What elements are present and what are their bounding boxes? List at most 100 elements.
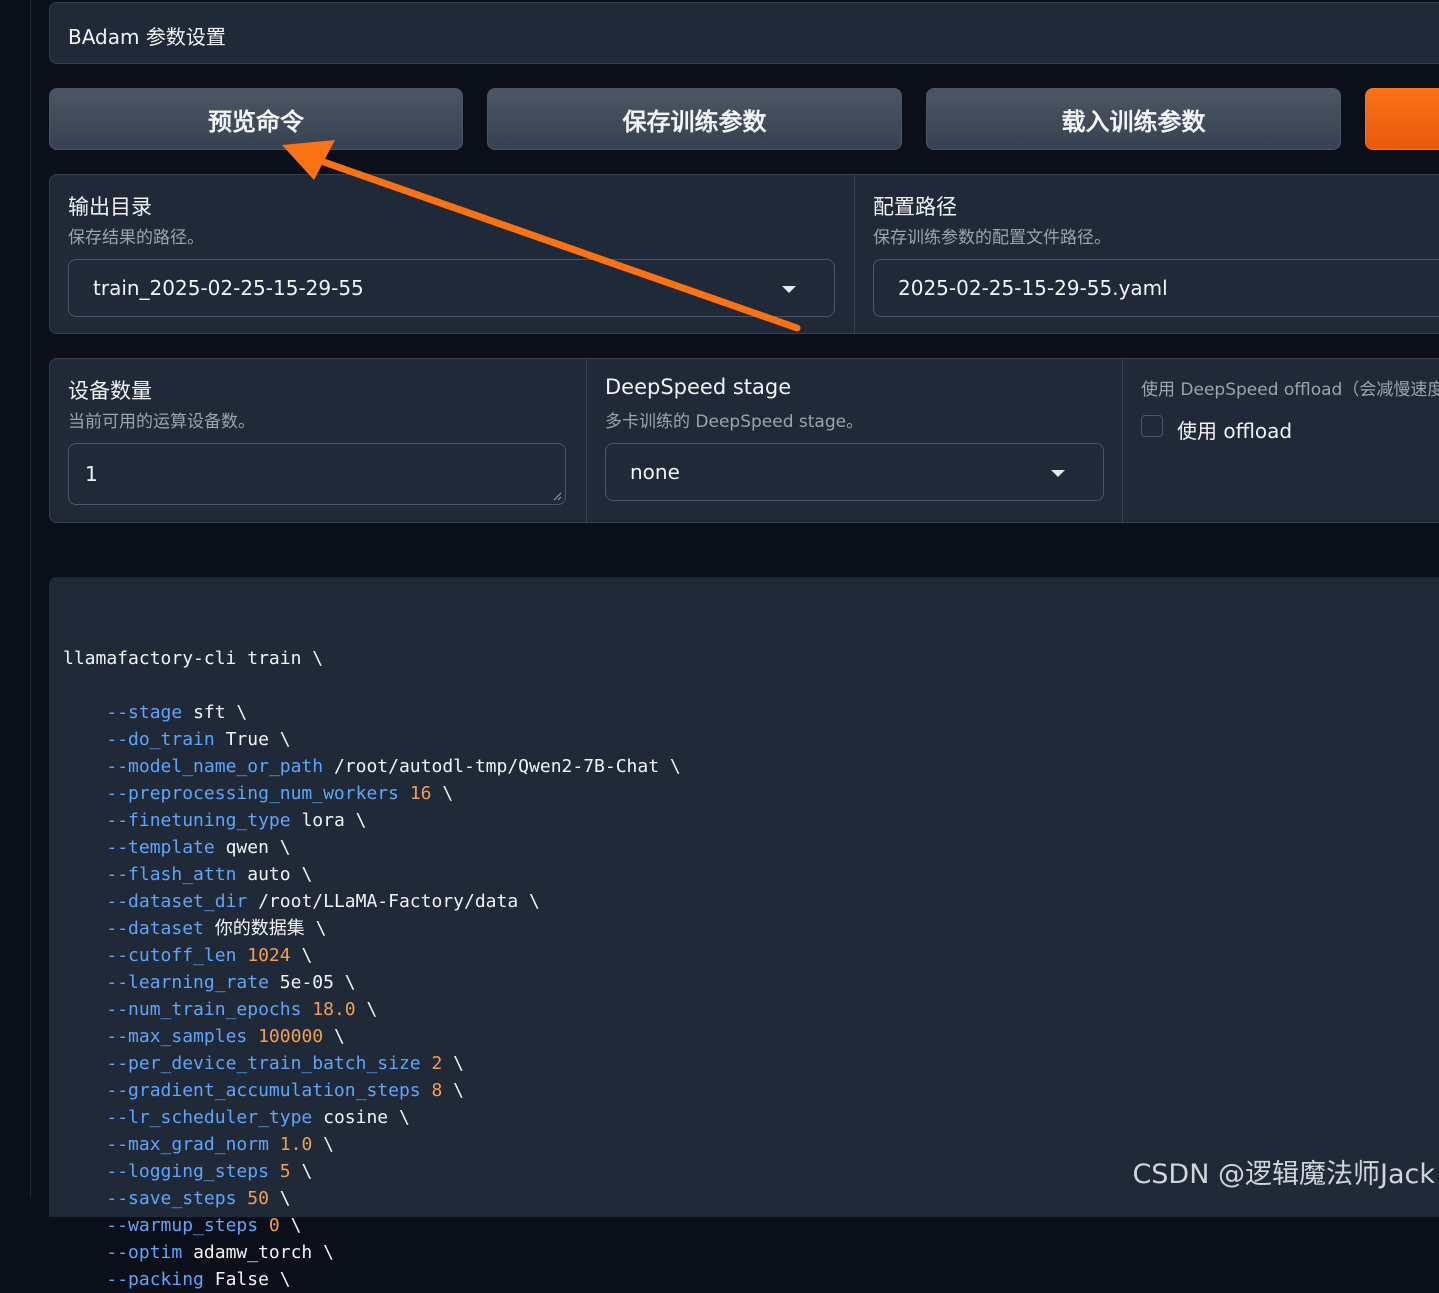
accordion-title: BAdam 参数设置 <box>68 25 226 49</box>
command-line: --do_train True \ <box>106 729 291 750</box>
command-flag: --dataset <box>106 918 204 939</box>
command-line: --warmup_steps 0 \ <box>106 1215 302 1236</box>
command-line: --cutoff_len 1024 \ <box>106 945 313 966</box>
output-row: 输出目录 保存结果的路径。 train_2025-02-25-15-29-55 … <box>49 174 1439 334</box>
command-flag: --dataset_dir <box>106 891 248 912</box>
command-flag: --per_device_train_batch_size <box>106 1053 421 1074</box>
device-row: 设备数量 当前可用的运算设备数。 1 DeepSpeed stage 多卡训练的… <box>49 358 1439 523</box>
output-dir-value: train_2025-02-25-15-29-55 <box>93 276 364 300</box>
chevron-down-icon[interactable] <box>1051 470 1065 477</box>
command-line: --flash_attn auto \ <box>106 864 313 885</box>
badam-accordion[interactable]: BAdam 参数设置 <box>49 2 1439 64</box>
command-flag: --template <box>106 837 215 858</box>
command-line: --preprocessing_num_workers 16 \ <box>106 783 454 804</box>
command-flag: --warmup_steps <box>106 1215 259 1236</box>
command-line: --dataset_dir /root/LLaMA-Factory/data \ <box>106 891 540 912</box>
command-value: 100000 <box>258 1026 324 1047</box>
config-path-cell: 配置路径 保存训练参数的配置文件路径。 2025-02-25-15-29-55.… <box>854 175 1439 333</box>
command-flag: --finetuning_type <box>106 810 291 831</box>
command-value: 5e-05 <box>279 972 334 993</box>
command-flag: --cutoff_len <box>106 945 237 966</box>
command-flag: --max_samples <box>106 1026 248 1047</box>
output-dir-info: 保存结果的路径。 <box>68 228 204 248</box>
resize-grip-icon[interactable] <box>553 492 562 501</box>
config-path-input[interactable]: 2025-02-25-15-29-55.yaml <box>873 259 1439 317</box>
command-value: lora <box>301 810 345 831</box>
command-value: auto <box>247 864 291 885</box>
command-line: --packing False \ <box>106 1269 291 1290</box>
command-first-line: llamafactory-cli train \ <box>63 648 324 669</box>
output-dir-cell: 输出目录 保存结果的路径。 train_2025-02-25-15-29-55 <box>50 175 854 333</box>
config-path-info: 保存训练参数的配置文件路径。 <box>873 228 1111 248</box>
command-line: --num_train_epochs 18.0 \ <box>106 999 378 1020</box>
command-flag: --flash_attn <box>106 864 237 885</box>
command-line: --learning_rate 5e-05 \ <box>106 972 356 993</box>
command-flag: --logging_steps <box>106 1161 269 1182</box>
config-path-label: 配置路径 <box>873 195 957 219</box>
left-rail <box>0 0 31 1197</box>
command-value: adamw_torch <box>193 1242 313 1263</box>
command-value: 1024 <box>247 945 291 966</box>
chevron-down-icon[interactable] <box>782 286 796 293</box>
ds-stage-cell: DeepSpeed stage 多卡训练的 DeepSpeed stage。 n… <box>586 359 1122 522</box>
command-flag: --preprocessing_num_workers <box>106 783 399 804</box>
command-flag: --max_grad_norm <box>106 1134 269 1155</box>
ds-stage-label: DeepSpeed stage <box>605 375 792 399</box>
start-button[interactable] <box>1365 88 1439 150</box>
command-value: sft <box>193 702 226 723</box>
command-value: 2 <box>431 1053 443 1074</box>
device-count-info: 当前可用的运算设备数。 <box>68 412 255 432</box>
command-line: --dataset 你的数据集 \ <box>106 918 327 939</box>
command-line: --finetuning_type lora \ <box>106 810 367 831</box>
command-value: /root/LLaMA-Factory/data <box>258 891 519 912</box>
command-line: --per_device_train_batch_size 2 \ <box>106 1053 465 1074</box>
command-flag: --lr_scheduler_type <box>106 1107 313 1128</box>
command-flag: --num_train_epochs <box>106 999 302 1020</box>
save-args-button[interactable]: 保存训练参数 <box>487 88 902 150</box>
command-value: qwen <box>225 837 269 858</box>
device-count-textarea[interactable]: 1 <box>68 443 566 505</box>
command-value: 你的数据集 <box>214 918 305 939</box>
ds-stage-info: 多卡训练的 DeepSpeed stage。 <box>605 412 864 432</box>
command-value: False <box>214 1269 269 1290</box>
load-args-button[interactable]: 载入训练参数 <box>926 88 1341 150</box>
command-value: 8 <box>431 1080 443 1101</box>
preview-command-button[interactable]: 预览命令 <box>49 88 463 150</box>
command-value: 1.0 <box>279 1134 313 1155</box>
command-value: cosine <box>323 1107 389 1128</box>
command-line: --model_name_or_path /root/autodl-tmp/Qw… <box>106 756 681 777</box>
output-dir-dropdown[interactable]: train_2025-02-25-15-29-55 <box>68 259 835 317</box>
ds-stage-dropdown[interactable]: none <box>605 443 1104 501</box>
command-flag: --packing <box>106 1269 204 1290</box>
command-line: --stage sft \ <box>106 702 248 723</box>
command-value: 16 <box>409 783 432 804</box>
command-line: --template qwen \ <box>106 837 291 858</box>
command-flag: --stage <box>106 702 183 723</box>
command-flag: --learning_rate <box>106 972 269 993</box>
watermark: CSDN @逻辑魔法师Jack <box>1132 1159 1435 1190</box>
ds-stage-value: none <box>630 460 680 484</box>
command-flag: --gradient_accumulation_steps <box>106 1080 421 1101</box>
command-flag: --do_train <box>106 729 215 750</box>
command-flag: --optim <box>106 1242 183 1263</box>
output-dir-label: 输出目录 <box>68 195 152 219</box>
offload-checkbox[interactable] <box>1141 415 1163 437</box>
command-value: 50 <box>247 1188 269 1209</box>
offload-checkbox-label[interactable]: 使用 offload <box>1177 415 1292 444</box>
device-count-value: 1 <box>85 462 98 486</box>
command-value: 0 <box>268 1215 280 1236</box>
config-path-value: 2025-02-25-15-29-55.yaml <box>898 276 1168 300</box>
command-line: --gradient_accumulation_steps 8 \ <box>106 1080 465 1101</box>
command-preview[interactable]: llamafactory-cli train \ --stage sft \ -… <box>49 577 1439 1290</box>
command-line: --optim adamw_torch \ <box>106 1242 334 1263</box>
command-line: --max_samples 100000 \ <box>106 1026 345 1047</box>
command-value: 18.0 <box>312 999 356 1020</box>
command-value: True <box>225 729 269 750</box>
ds-offload-label: 使用 DeepSpeed offload（会减慢速度） <box>1141 380 1439 400</box>
command-value: 5 <box>279 1161 291 1182</box>
command-line: --lr_scheduler_type cosine \ <box>106 1107 410 1128</box>
ds-offload-cell: 使用 DeepSpeed offload（会减慢速度） 使用 offload <box>1122 359 1439 522</box>
command-flag: --save_steps <box>106 1188 237 1209</box>
device-count-label: 设备数量 <box>68 379 152 403</box>
command-flag: --model_name_or_path <box>106 756 324 777</box>
